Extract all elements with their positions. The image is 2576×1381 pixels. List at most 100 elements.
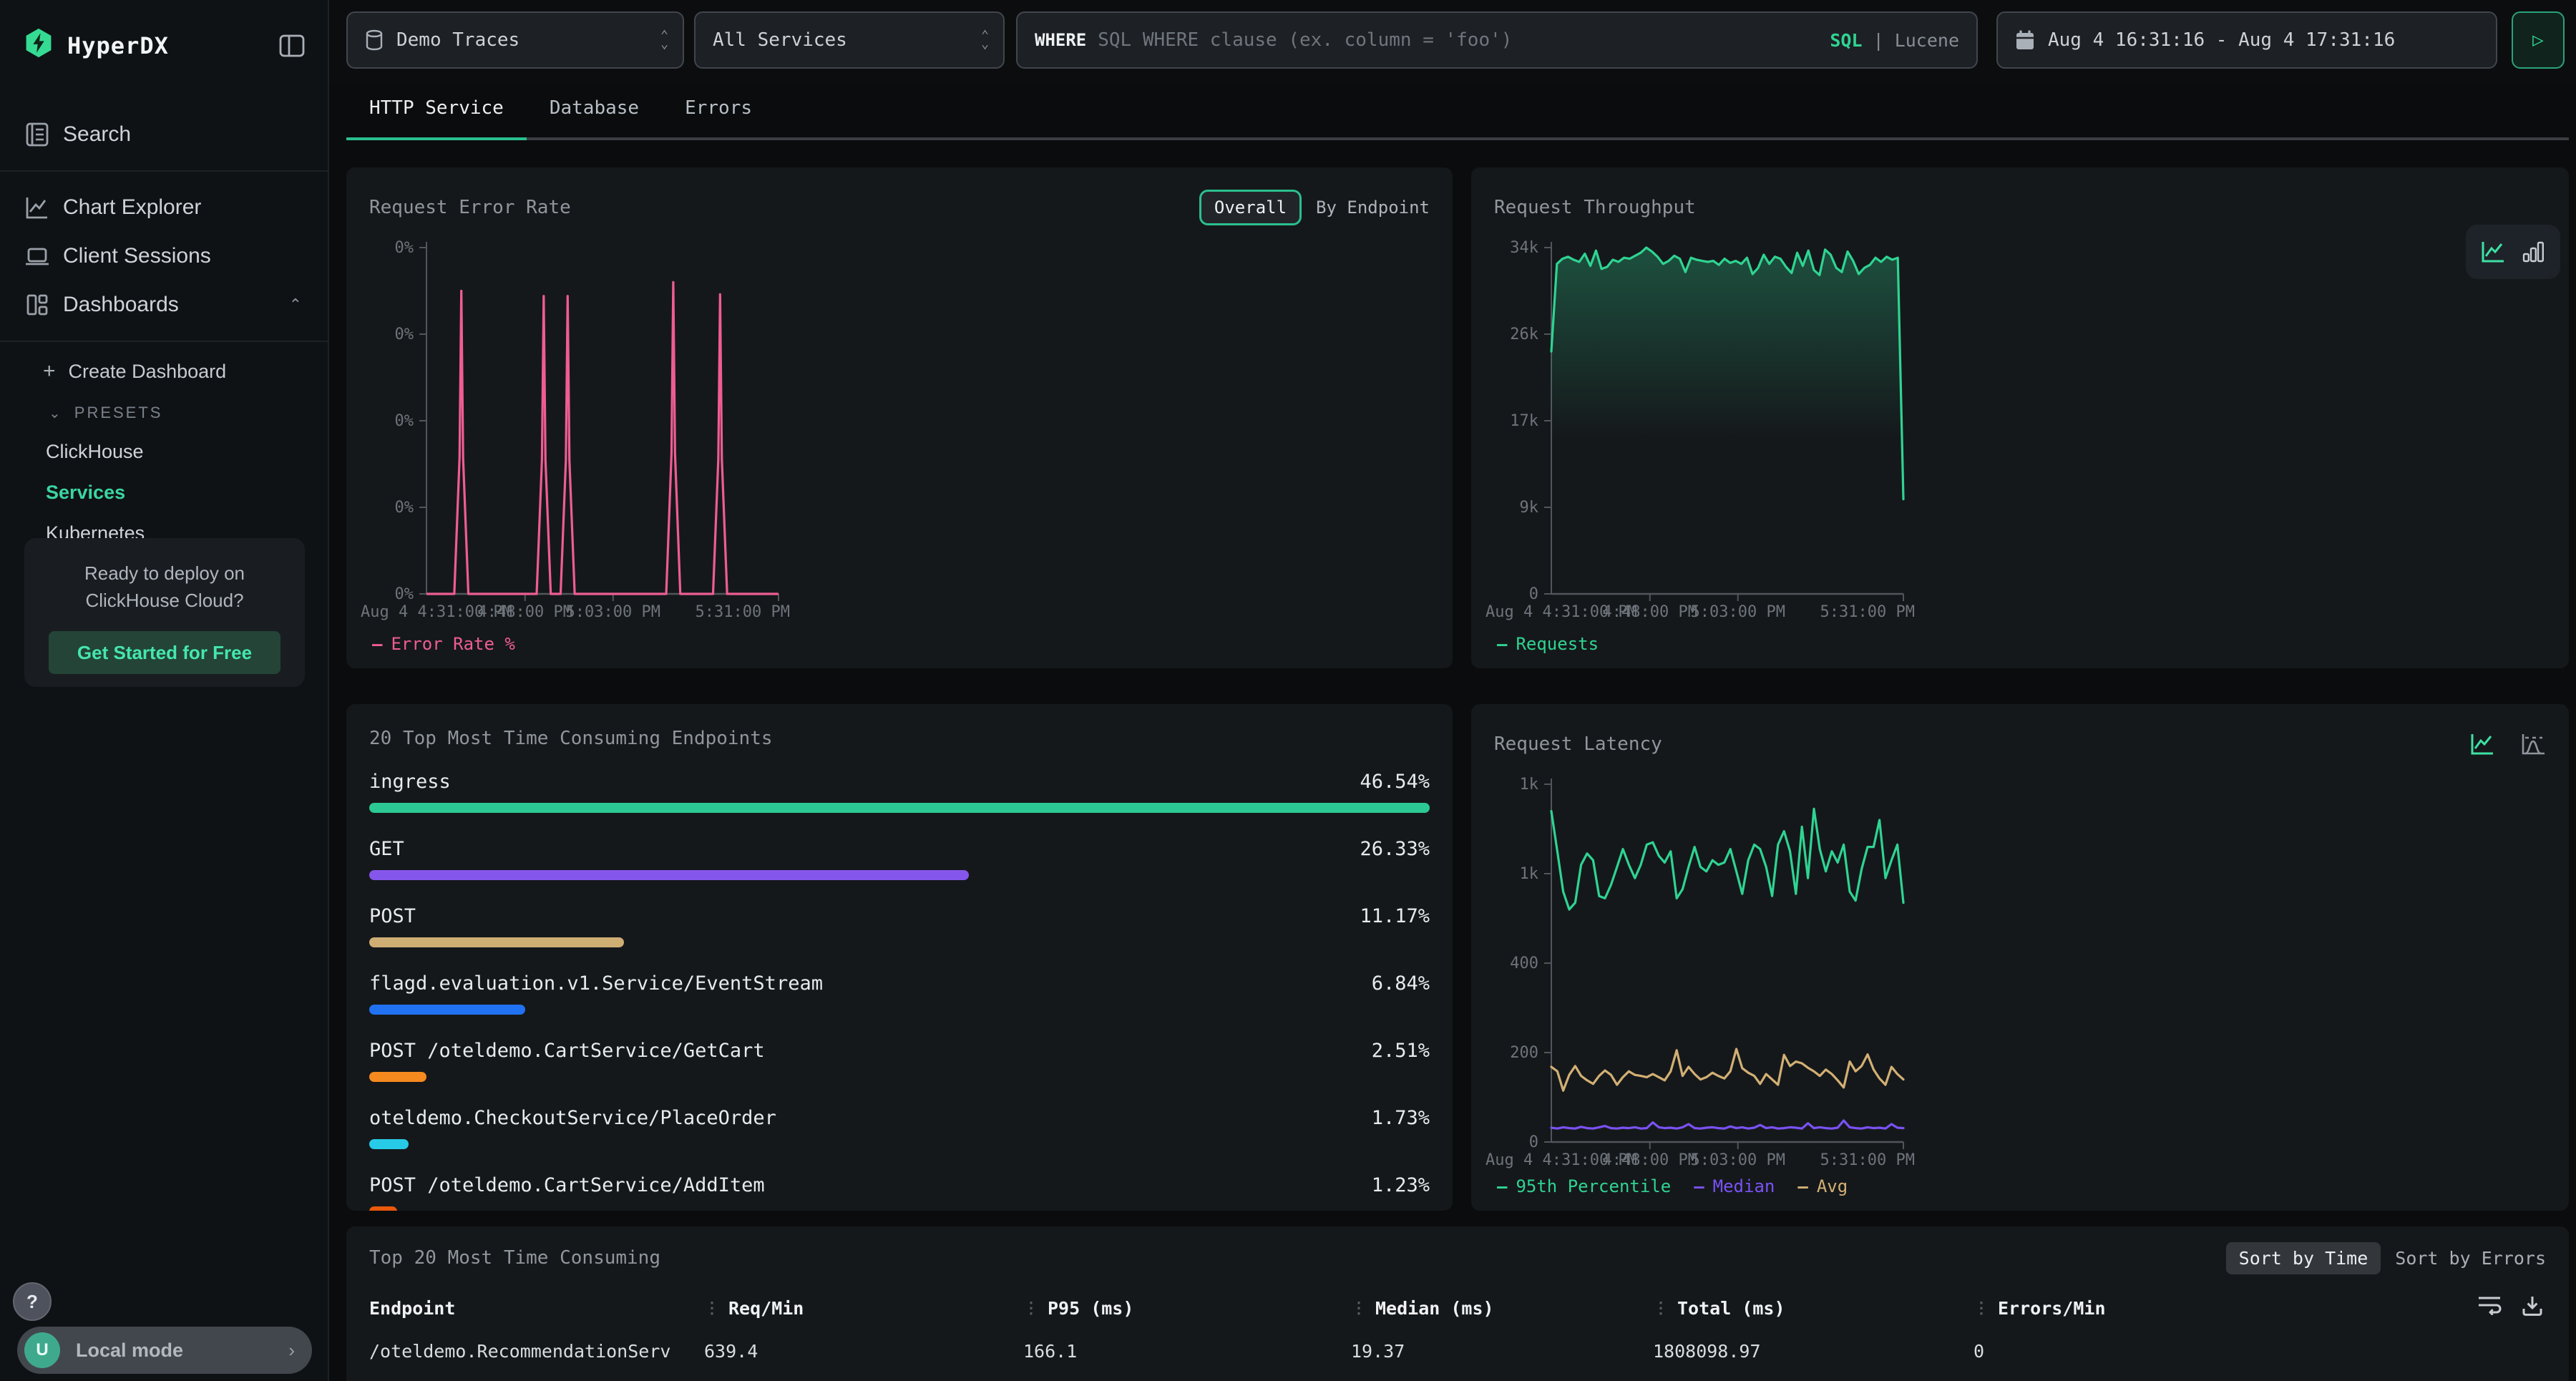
by-endpoint-toggle-button[interactable]: By Endpoint <box>1316 197 1430 218</box>
sort-by-errors-button[interactable]: Sort by Errors <box>2395 1248 2546 1269</box>
throughput-chart: 09k17k26k34kAug 4 4:31:00 PM4:48:00 PM5:… <box>1485 236 1915 623</box>
plus-icon: + <box>43 359 56 384</box>
wrap-lines-icon[interactable] <box>2477 1295 2502 1317</box>
endpoint-row[interactable]: ingress46.54% <box>369 767 1430 813</box>
select-chevrons-icon: ⌃⌄ <box>660 31 668 49</box>
tab-database[interactable]: Database <box>527 89 662 136</box>
svg-text:200: 200 <box>1510 1044 1538 1062</box>
sort-by-time-button[interactable]: Sort by Time <box>2226 1242 2381 1274</box>
create-dashboard-button[interactable]: + Create Dashboard <box>43 359 328 384</box>
svg-text:4:48:00 PM: 4:48:00 PM <box>478 603 572 621</box>
column-header-req-min[interactable]: ⋮Req/Min <box>704 1298 1023 1319</box>
panel-request-throughput: Request Throughput 09k17k26k34kAug 4 4:3… <box>1471 167 2569 668</box>
table-row[interactable]: /oteldemo.RecommendationServ 639.4 166.1… <box>369 1341 2546 1362</box>
endpoint-value: 2.51% <box>1372 1040 1430 1062</box>
error-rate-chart: 0%0%0%0%0%Aug 4 4:31:00 PM4:48:00 PM5:03… <box>361 236 790 623</box>
clickhouse-cloud-promo: Ready to deploy on ClickHouse Cloud? Get… <box>24 538 305 687</box>
tab-errors[interactable]: Errors <box>662 89 775 136</box>
cell-endpoint: /oteldemo.RecommendationServ <box>369 1341 704 1362</box>
drag-handle-icon[interactable]: ⋮ <box>1653 1299 1669 1317</box>
create-dashboard-label: Create Dashboard <box>69 361 227 383</box>
run-query-button[interactable]: ▷ <box>2512 11 2565 69</box>
dashboard-tabs: HTTP Service Database Errors <box>346 89 775 136</box>
hyperdx-logo-icon <box>23 27 54 64</box>
endpoint-bar <box>369 1139 409 1149</box>
column-header-endpoint[interactable]: Endpoint <box>369 1298 704 1319</box>
svg-text:5:31:00 PM: 5:31:00 PM <box>1820 603 1915 621</box>
tabs-underline-active <box>346 137 527 140</box>
sidebar-item-services[interactable]: Services <box>46 482 328 504</box>
histogram-icon[interactable] <box>2520 733 2546 756</box>
source-select[interactable]: Demo Traces ⌃⌄ <box>346 11 684 69</box>
user-menu[interactable]: U Local mode › <box>17 1327 312 1374</box>
collapse-sidebar-icon[interactable] <box>279 34 305 57</box>
endpoint-label: flagd.evaluation.v1.Service/EventStream <box>369 972 823 995</box>
brand-name: HyperDX <box>67 32 169 59</box>
bar-chart-icon[interactable] <box>2522 240 2545 263</box>
line-chart-icon <box>23 193 52 222</box>
legend-label: 95th Percentile <box>1516 1176 1671 1196</box>
sidebar-divider <box>0 170 328 172</box>
source-select-value: Demo Traces <box>396 29 519 51</box>
endpoint-row[interactable]: POST11.17% <box>369 902 1430 947</box>
svg-text:0%: 0% <box>395 412 414 430</box>
endpoint-value: 11.17% <box>1360 905 1430 927</box>
time-range-value: Aug 4 16:31:16 - Aug 4 17:31:16 <box>2048 29 2395 51</box>
line-chart-icon[interactable] <box>2481 240 2505 263</box>
database-icon <box>365 29 384 51</box>
legend-avg: — Avg <box>1797 1176 1848 1196</box>
endpoint-row[interactable]: POST /oteldemo.CartService/GetCart 2.51% <box>369 1036 1430 1082</box>
legend-dash: — <box>1497 634 1507 654</box>
user-mode-label: Local mode <box>76 1339 183 1362</box>
endpoint-row[interactable]: POST /oteldemo.CartService/AddItem1.23% <box>369 1171 1430 1211</box>
sidebar-item-dashboards[interactable]: Dashboards ⌃ <box>0 285 328 325</box>
where-badge: WHERE <box>1035 30 1086 50</box>
chevron-up-icon[interactable]: ⌃ <box>289 296 302 314</box>
panel-top-time-table: Top 20 Most Time Consuming Sort by Time … <box>346 1226 2569 1381</box>
where-input[interactable]: WHERE SQL WHERE clause (ex. column = 'fo… <box>1016 11 1978 69</box>
lucene-mode-button[interactable]: Lucene <box>1895 30 1959 51</box>
help-button[interactable]: ? <box>13 1282 52 1321</box>
svg-text:0%: 0% <box>395 585 414 603</box>
drag-handle-icon[interactable]: ⋮ <box>704 1299 720 1317</box>
time-range-picker[interactable]: Aug 4 16:31:16 - Aug 4 17:31:16 <box>1996 11 2497 69</box>
svg-text:0%: 0% <box>395 499 414 517</box>
sidebar-item-clickhouse[interactable]: ClickHouse <box>46 441 328 463</box>
sidebar-item-client-sessions[interactable]: Client Sessions <box>0 236 328 276</box>
svg-text:0: 0 <box>1529 1133 1538 1151</box>
calendar-icon <box>2015 29 2035 51</box>
main-content: HTTP Service Database Errors Request Err… <box>329 82 2576 1381</box>
sql-mode-button[interactable]: SQL <box>1830 30 1862 51</box>
drag-handle-icon[interactable]: ⋮ <box>1023 1299 1039 1317</box>
column-header-errors-min[interactable]: ⋮Errors/Min <box>1974 1298 2303 1319</box>
play-icon: ▷ <box>2532 29 2544 51</box>
drag-handle-icon[interactable]: ⋮ <box>1351 1299 1367 1317</box>
sidebar: HyperDX Search Chart Explorer Client Ses… <box>0 0 329 1381</box>
sidebar-item-label: Search <box>63 122 131 147</box>
column-header-total[interactable]: ⋮Total (ms) <box>1653 1298 1974 1319</box>
chevron-right-icon: › <box>288 1339 295 1362</box>
download-icon[interactable] <box>2522 1295 2543 1317</box>
svg-text:5:31:00 PM: 5:31:00 PM <box>696 603 790 621</box>
tab-http-service[interactable]: HTTP Service <box>346 89 527 136</box>
presets-label: PRESETS <box>74 404 163 422</box>
drag-handle-icon[interactable]: ⋮ <box>1974 1299 1989 1317</box>
column-header-p95[interactable]: ⋮P95 (ms) <box>1023 1298 1351 1319</box>
presets-toggle[interactable]: ⌄ PRESETS <box>49 404 328 422</box>
endpoint-row[interactable]: oteldemo.CheckoutService/PlaceOrder1.73% <box>369 1103 1430 1149</box>
service-select-value: All Services <box>713 29 847 51</box>
sidebar-item-search[interactable]: Search <box>0 114 328 155</box>
legend-label: Error Rate % <box>391 634 514 654</box>
service-select[interactable]: All Services ⌃⌄ <box>694 11 1005 69</box>
line-chart-icon[interactable] <box>2470 733 2494 756</box>
sidebar-item-chart-explorer[interactable]: Chart Explorer <box>0 187 328 228</box>
table-header-row: Endpoint ⋮Req/Min ⋮P95 (ms) ⋮Median (ms)… <box>369 1298 2546 1319</box>
get-started-button[interactable]: Get Started for Free <box>49 631 280 674</box>
overall-toggle-button[interactable]: Overall <box>1199 190 1302 225</box>
endpoint-label: POST /oteldemo.CartService/GetCart <box>369 1040 765 1062</box>
endpoint-row[interactable]: GET26.33% <box>369 834 1430 880</box>
endpoint-row[interactable]: flagd.evaluation.v1.Service/EventStream6… <box>369 969 1430 1015</box>
legend-label: Requests <box>1516 634 1599 654</box>
panel-request-error-rate: Request Error Rate Overall By Endpoint 0… <box>346 167 1453 668</box>
column-header-median[interactable]: ⋮Median (ms) <box>1351 1298 1653 1319</box>
